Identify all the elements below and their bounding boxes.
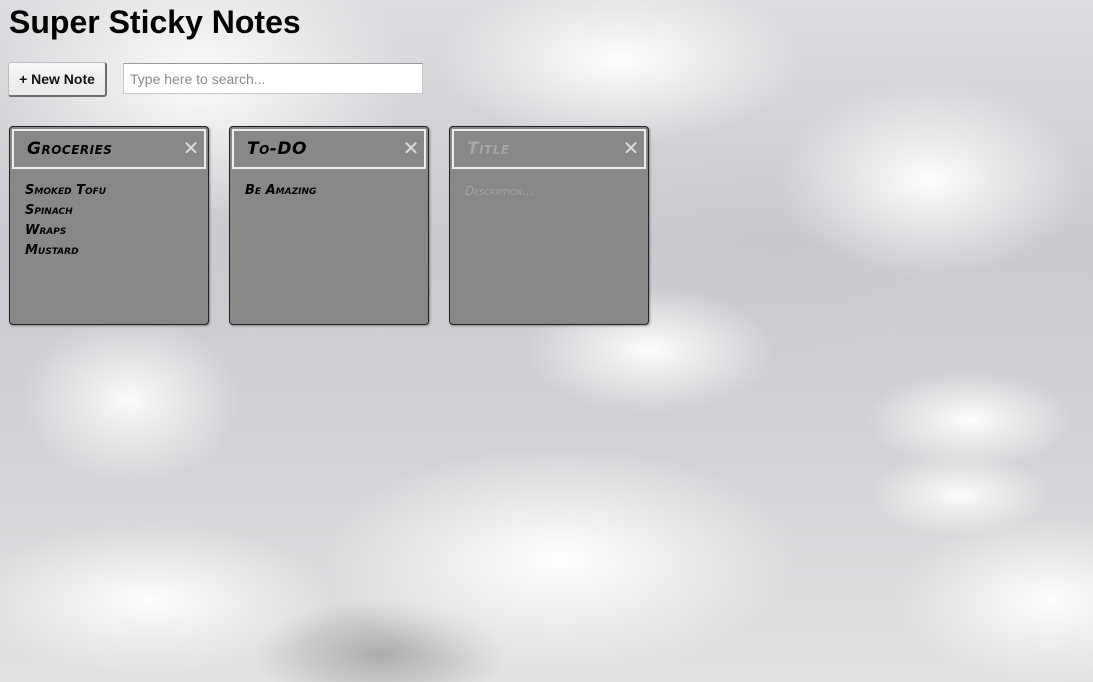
note-description[interactable]: Description...: [465, 181, 635, 311]
note-description[interactable]: Smoked Tofu Spinach Wraps Mustard: [25, 181, 195, 311]
note-header: To-DO ✕: [232, 129, 426, 169]
note-description-line: Smoked Tofu: [25, 183, 107, 198]
note-description-line: Wraps: [25, 223, 67, 238]
note-title-input[interactable]: Title: [467, 139, 617, 163]
note-description-line: Spinach: [25, 203, 73, 218]
note-title-input[interactable]: To-DO: [247, 139, 397, 163]
note-description-line: Mustard: [25, 243, 79, 258]
close-icon[interactable]: ✕: [181, 137, 201, 159]
note-header: Groceries ✕: [12, 129, 206, 169]
search-input[interactable]: [123, 63, 423, 94]
note-description-line: Be Amazing: [245, 183, 317, 198]
note-title-input[interactable]: Groceries: [27, 139, 177, 163]
page-title: Super Sticky Notes: [9, 4, 301, 40]
close-icon[interactable]: ✕: [401, 137, 421, 159]
note-description-placeholder: Description...: [465, 184, 534, 198]
note-card: To-DO ✕ Be Amazing: [229, 126, 429, 325]
close-icon[interactable]: ✕: [621, 137, 641, 159]
note-description[interactable]: Be Amazing: [245, 181, 415, 311]
new-note-button[interactable]: + New Note: [8, 62, 107, 97]
note-card: Groceries ✕ Smoked Tofu Spinach Wraps Mu…: [9, 126, 209, 325]
note-card: Title ✕ Description...: [449, 126, 649, 325]
note-header: Title ✕: [452, 129, 646, 169]
